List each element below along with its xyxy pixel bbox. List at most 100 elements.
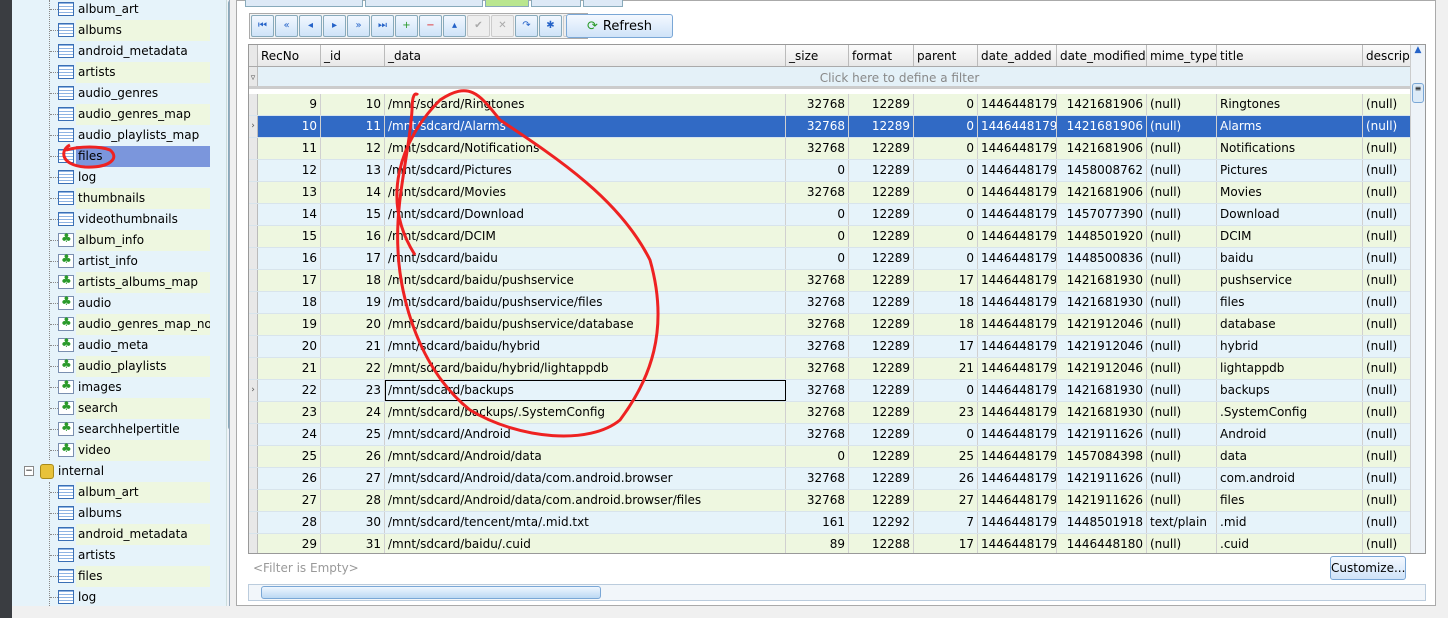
table-row[interactable]: › 10 11/mnt/sdcard/Alarms 32768 12289 0 144644… (249, 116, 1411, 138)
cell-data[interactable]: /mnt/sdcard/Alarms (385, 116, 786, 137)
refresh-button[interactable]: ⟳ Refresh (566, 14, 673, 38)
cell-parent[interactable]: 0 (914, 424, 978, 445)
tree-item-android-metadata[interactable]: android_metadata (12, 41, 212, 62)
cell-parent[interactable]: 0 (914, 226, 978, 247)
cell-RecNo[interactable]: 13 (258, 182, 321, 203)
cell-parent[interactable]: 17 (914, 534, 978, 553)
cell-mimetype[interactable]: (null) (1147, 358, 1217, 379)
cell-dateadded[interactable]: 1446448179 (978, 116, 1057, 137)
cell-mimetype[interactable]: (null) (1147, 204, 1217, 225)
cell-size[interactable]: 32768 (786, 336, 849, 357)
cell-mimetype[interactable]: (null) (1147, 336, 1217, 357)
cell-parent[interactable]: 0 (914, 248, 978, 269)
cell-dateadded[interactable]: 1446448179 (978, 358, 1057, 379)
cell-parent[interactable]: 27 (914, 490, 978, 511)
cell-dateadded[interactable]: 1446448179 (978, 138, 1057, 159)
cell-id[interactable]: 19 (321, 292, 385, 313)
cell-id[interactable]: 15 (321, 204, 385, 225)
column-header-format[interactable]: format (849, 45, 914, 66)
cell-id[interactable]: 26 (321, 446, 385, 467)
cell-datemodified[interactable]: 1421681930 (1057, 402, 1147, 423)
cell-RecNo[interactable]: 12 (258, 160, 321, 181)
tree-item-android-metadata[interactable]: android_metadata (12, 524, 212, 545)
cell-parent[interactable]: 21 (914, 358, 978, 379)
tree-item-log[interactable]: log (12, 167, 212, 188)
cell-id[interactable]: 13 (321, 160, 385, 181)
cell-mimetype[interactable]: (null) (1147, 490, 1217, 511)
cell-format[interactable]: 12289 (849, 116, 914, 137)
cell-title[interactable]: Ringtones (1217, 94, 1363, 115)
cell-id[interactable]: 22 (321, 358, 385, 379)
cell-title[interactable]: files (1217, 292, 1363, 313)
table-row[interactable]: 18 19/mnt/sdcard/baidu/pushservice/files 3… (249, 292, 1411, 314)
cell-size[interactable]: 32768 (786, 358, 849, 379)
cell-size[interactable]: 0 (786, 226, 849, 247)
cell-descript[interactable]: (null) (1363, 446, 1411, 467)
cell-datemodified[interactable]: 1421911626 (1057, 468, 1147, 489)
cell-data[interactable]: /mnt/sdcard/baidu/pushservice/database (385, 314, 786, 335)
cell-RecNo[interactable]: 25 (258, 446, 321, 467)
cell-format[interactable]: 12289 (849, 468, 914, 489)
column-header-RecNo[interactable]: RecNo (258, 45, 321, 66)
cell-data[interactable]: /mnt/sdcard/tencent/mta/.mid.txt (385, 512, 786, 533)
cell-format[interactable]: 12289 (849, 138, 914, 159)
cell-mimetype[interactable]: text/plain (1147, 512, 1217, 533)
cell-datemodified[interactable]: 1421911626 (1057, 490, 1147, 511)
post-button[interactable]: ✔ (467, 15, 490, 37)
cell-mimetype[interactable]: (null) (1147, 160, 1217, 181)
cell-dateadded[interactable]: 1446448179 (978, 248, 1057, 269)
tree-item-thumbnails[interactable]: thumbnails (12, 188, 212, 209)
tree-item-audio[interactable]: audio (12, 293, 212, 314)
autoinc-button[interactable]: ✱ (539, 15, 562, 37)
cell-RecNo[interactable]: 18 (258, 292, 321, 313)
cell-parent[interactable]: 0 (914, 138, 978, 159)
cell-mimetype[interactable]: (null) (1147, 468, 1217, 489)
tree-item-search[interactable]: search (12, 398, 212, 419)
cell-id[interactable]: 11 (321, 116, 385, 137)
cell-title[interactable]: hybrid (1217, 336, 1363, 357)
cell-mimetype[interactable]: (null) (1147, 380, 1217, 401)
cell-dateadded[interactable]: 1446448179 (978, 270, 1057, 291)
cell-RecNo[interactable]: 22 (258, 380, 321, 401)
scroll-up-icon[interactable]: ▲ (1411, 45, 1425, 55)
cell-dateadded[interactable]: 1446448179 (978, 402, 1057, 423)
cell-id[interactable]: 21 (321, 336, 385, 357)
table-row[interactable]: 25 26/mnt/sdcard/Android/data 0 12289 25 1446… (249, 446, 1411, 468)
h-scroll-thumb[interactable] (261, 586, 601, 599)
tree-item-album-info[interactable]: album_info (12, 230, 212, 251)
cell-RecNo[interactable]: 17 (258, 270, 321, 291)
cell-descript[interactable]: (null) (1363, 182, 1411, 203)
cell-RecNo[interactable]: 20 (258, 336, 321, 357)
tree-item-audio-playlists[interactable]: audio_playlists (12, 356, 212, 377)
cell-descript[interactable]: (null) (1363, 402, 1411, 423)
cell-mimetype[interactable]: (null) (1147, 534, 1217, 553)
column-header-parent[interactable]: parent (914, 45, 978, 66)
cell-dateadded[interactable]: 1446448179 (978, 292, 1057, 313)
table-row[interactable]: 12 13/mnt/sdcard/Pictures 0 12289 0 144644817… (249, 160, 1411, 182)
cell-title[interactable]: backups (1217, 380, 1363, 401)
tree-item-files[interactable]: files (12, 146, 212, 167)
cell-format[interactable]: 12289 (849, 204, 914, 225)
tree-item-log[interactable]: log (12, 587, 212, 606)
cell-size[interactable]: 32768 (786, 402, 849, 423)
tree-item-audio-genres[interactable]: audio_genres (12, 83, 212, 104)
column-header-mimetype[interactable]: mime_type (1147, 45, 1217, 66)
cell-data[interactable]: /mnt/sdcard/baidu/pushservice (385, 270, 786, 291)
table-row[interactable]: 13 14/mnt/sdcard/Movies 32768 12289 0 1446448… (249, 182, 1411, 204)
cell-title[interactable]: files (1217, 490, 1363, 511)
cell-mimetype[interactable]: (null) (1147, 446, 1217, 467)
cell-size[interactable]: 0 (786, 248, 849, 269)
grid-horizontal-scrollbar[interactable] (248, 584, 1426, 601)
cell-descript[interactable]: (null) (1363, 292, 1411, 313)
cell-dateadded[interactable]: 1446448179 (978, 468, 1057, 489)
cell-size[interactable]: 0 (786, 204, 849, 225)
cell-data[interactable]: /mnt/sdcard/Android/data/com.android.bro… (385, 490, 786, 511)
tree-item-files[interactable]: files (12, 566, 212, 587)
cell-title[interactable]: Android (1217, 424, 1363, 445)
cell-id[interactable]: 18 (321, 270, 385, 291)
cell-data[interactable]: /mnt/sdcard/baidu/.cuid (385, 534, 786, 553)
cell-datemodified[interactable]: 1448501920 (1057, 226, 1147, 247)
cell-size[interactable]: 32768 (786, 424, 849, 445)
cell-title[interactable]: .SystemConfig (1217, 402, 1363, 423)
cell-title[interactable]: pushservice (1217, 270, 1363, 291)
